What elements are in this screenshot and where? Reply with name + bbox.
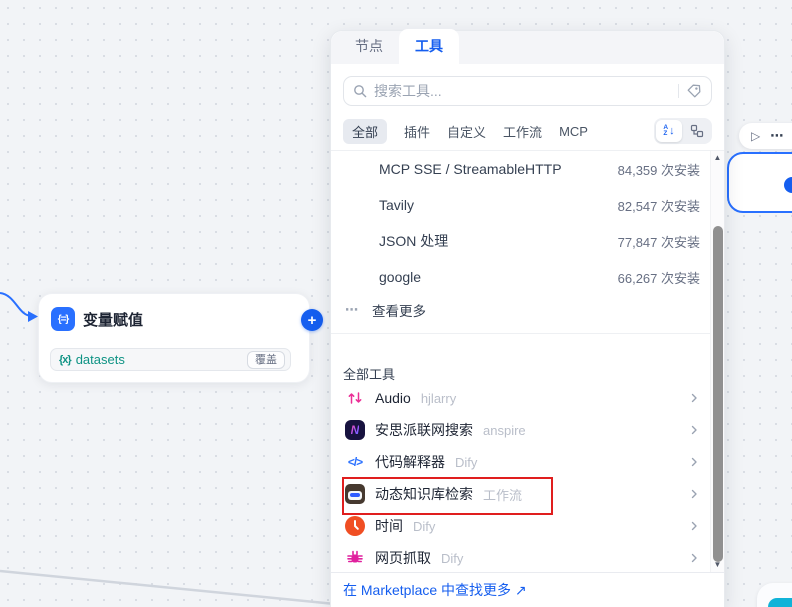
tool-name: Tavily	[379, 197, 414, 213]
see-more-button[interactable]: ⋯ 查看更多	[331, 295, 710, 325]
search-icon	[353, 84, 367, 98]
install-count: 66,267 次安装	[618, 268, 700, 287]
chevron-right-icon	[688, 520, 700, 532]
tool-name: 时间	[375, 516, 403, 536]
tool-name: 代码解释器	[375, 452, 445, 472]
panel-scrollbar[interactable]: ▲ ▼	[710, 151, 724, 572]
search-divider	[678, 84, 679, 98]
tool-author: 工作流	[483, 485, 522, 504]
variable-icon: {x}	[59, 354, 71, 366]
tool-name: google	[379, 269, 421, 285]
tools-scroll-area[interactable]: MCP SSE / StreamableHTTP 84,359 次安装 Tavi…	[331, 151, 724, 572]
marketplace-link[interactable]: 在 Marketplace 中查找更多 ↗	[343, 580, 527, 600]
chevron-right-icon	[688, 456, 700, 468]
tool-row-web-scraper[interactable]: 网页抓取 Dify	[331, 542, 710, 572]
view-toggle: A Z ↓	[654, 118, 712, 144]
code-icon: </>	[345, 452, 365, 472]
tool-author: Dify	[455, 455, 477, 470]
install-count: 84,359 次安装	[618, 160, 700, 179]
tool-author: anspire	[483, 423, 526, 438]
tool-name: MCP SSE / StreamableHTTP	[379, 161, 562, 177]
panel-tabs: 节点 工具	[331, 31, 724, 64]
install-count: 82,547 次安装	[618, 196, 700, 215]
filter-workflow[interactable]: 工作流	[503, 122, 542, 141]
chevron-right-icon	[688, 392, 700, 404]
tag-filter-icon[interactable]	[686, 83, 702, 99]
ellipsis-icon: ⋯	[345, 302, 363, 318]
tool-name: 安思派联网搜索	[375, 420, 473, 440]
sort-az-button[interactable]: A Z ↓	[656, 120, 682, 142]
chevron-right-icon	[688, 424, 700, 436]
filter-row: 全部 插件 自定义 工作流 MCP A Z ↓	[331, 106, 724, 150]
marketplace-tool-row[interactable]: JSON 处理 77,847 次安装	[331, 223, 710, 259]
scrollbar-thumb[interactable]	[713, 226, 723, 562]
filter-custom[interactable]: 自定义	[447, 122, 486, 141]
tool-name: 动态知识库检索	[375, 484, 473, 504]
marketplace-tool-row[interactable]: MCP SSE / StreamableHTTP 84,359 次安装	[331, 151, 710, 187]
assigned-variable-row[interactable]: {x} datasets 覆盖	[50, 348, 291, 371]
see-more-label: 查看更多	[372, 300, 426, 320]
anspire-n-icon: N	[345, 420, 365, 440]
tool-row-dynamic-knowledge-retrieval[interactable]: 动态知识库检索 工作流	[331, 478, 710, 510]
tool-name: Audio	[375, 390, 411, 406]
overwrite-badge: 覆盖	[247, 351, 285, 369]
tool-name: 网页抓取	[375, 548, 431, 568]
add-next-node-button[interactable]: +	[301, 309, 323, 331]
tool-author: hjlarry	[421, 391, 456, 406]
scroll-up-icon[interactable]: ▲	[714, 151, 722, 165]
tool-author: Dify	[413, 519, 435, 534]
variable-assigner-icon: {=}	[51, 307, 75, 331]
spider-icon	[345, 548, 365, 568]
more-options-icon[interactable]: ⋯	[770, 128, 784, 144]
tool-row-time[interactable]: 时间 Dify	[331, 510, 710, 542]
audio-swap-icon	[347, 390, 363, 406]
tab-tools[interactable]: 工具	[399, 29, 459, 64]
tool-author: Dify	[441, 551, 463, 566]
selected-node-partial[interactable]	[727, 152, 792, 213]
clock-icon	[345, 516, 365, 536]
tool-row-anspire[interactable]: N 安思派联网搜索 anspire	[331, 414, 710, 446]
tool-row-code-interpreter[interactable]: </> 代码解释器 Dify	[331, 446, 710, 478]
robot-icon	[345, 484, 365, 504]
tab-nodes[interactable]: 节点	[339, 29, 399, 64]
tool-row-audio[interactable]: Audio hjlarry	[331, 382, 710, 414]
section-title: 全部工具	[331, 334, 710, 382]
chevron-right-icon	[688, 488, 700, 500]
search-input[interactable]	[374, 83, 671, 99]
scroll-down-icon[interactable]: ▼	[714, 558, 722, 572]
variable-name: datasets	[76, 352, 125, 367]
marketplace-tool-row[interactable]: google 66,267 次安装	[331, 259, 710, 295]
variable-assigner-node[interactable]: {=} 变量赋值 + {x} datasets 覆盖	[38, 293, 310, 383]
bottom-right-teal-widget[interactable]	[768, 598, 792, 607]
panel-footer: 在 Marketplace 中查找更多 ↗	[331, 572, 724, 607]
marketplace-tool-row[interactable]: Tavily 82,547 次安装	[331, 187, 710, 223]
play-icon[interactable]: ▷	[751, 129, 760, 143]
tool-name: JSON 处理	[379, 231, 448, 251]
tree-view-icon	[690, 124, 704, 138]
filter-mcp[interactable]: MCP	[559, 124, 588, 139]
node-title: 变量赋值	[83, 309, 143, 330]
chevron-right-icon	[688, 552, 700, 564]
block-selector-panel: 节点 工具 全部 插件 自定义 工作流 MCP A	[330, 30, 725, 607]
filter-plugins[interactable]: 插件	[404, 122, 430, 141]
install-count: 77,847 次安装	[618, 232, 700, 251]
run-toolbar[interactable]: ▷ ⋯	[739, 123, 792, 149]
filter-all[interactable]: 全部	[343, 119, 387, 144]
search-box[interactable]	[343, 76, 712, 106]
tree-view-button[interactable]	[684, 120, 710, 142]
